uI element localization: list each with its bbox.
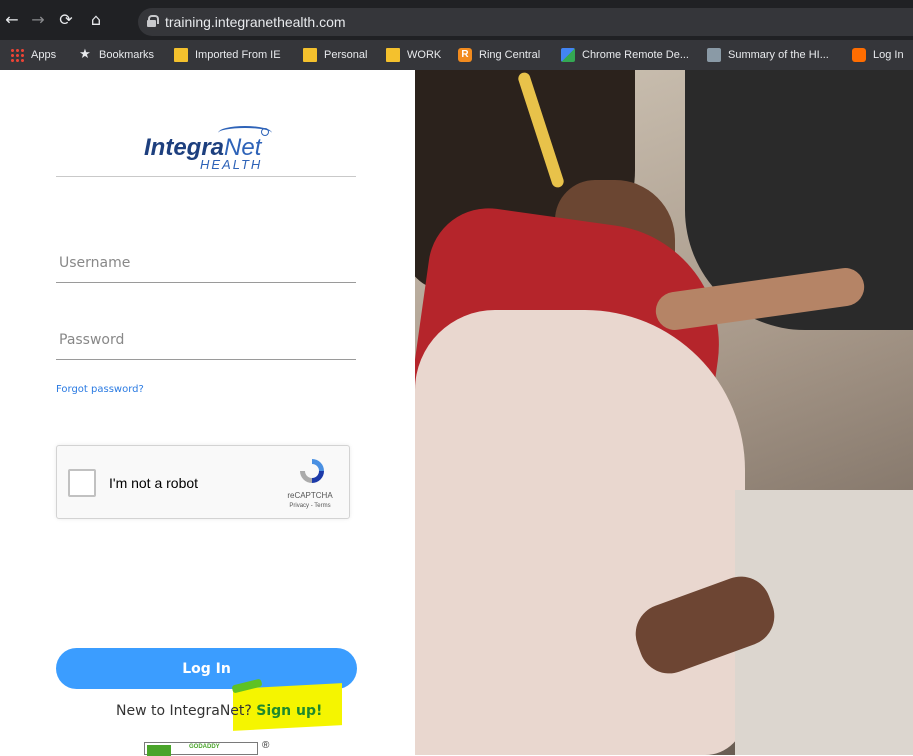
bookmark-work[interactable]: WORK: [386, 47, 441, 63]
hero-photo: [415, 70, 913, 755]
bookmark-apps[interactable]: Apps: [10, 47, 56, 63]
login-button[interactable]: Log In: [56, 648, 357, 689]
forward-arrow-icon[interactable]: →: [28, 10, 48, 30]
forgot-password-link[interactable]: Forgot password?: [56, 384, 144, 395]
recaptcha-label: I'm not a robot: [109, 475, 199, 491]
bookmark-chrome-remote-desktop[interactable]: Chrome Remote De...: [561, 47, 689, 63]
bookmark-bookmarks[interactable]: ★ Bookmarks: [78, 47, 154, 63]
username-input[interactable]: [56, 243, 356, 283]
bookmark-label: Chrome Remote De...: [582, 49, 689, 61]
star-icon: ★: [79, 47, 91, 62]
bookmark-personal[interactable]: Personal: [303, 47, 367, 63]
url-text: training.integranethealth.com: [165, 14, 346, 30]
badge-registered-mark: ®: [262, 740, 270, 751]
signup-link[interactable]: Sign up!: [256, 703, 322, 719]
home-icon[interactable]: ⌂: [86, 10, 106, 30]
folder-icon: [386, 48, 400, 62]
bookmark-label: WORK: [407, 49, 442, 61]
browser-toolbar: ← → ⟳ ⌂ training.integranethealth.com: [0, 0, 913, 40]
login-icon: [852, 48, 866, 62]
integranet-health-logo: IntegraNet HEALTH: [144, 122, 284, 176]
bookmark-summary[interactable]: Summary of the HI...: [707, 47, 829, 63]
recaptcha-icon: [300, 459, 324, 483]
bookmarks-bar: Apps ★ Bookmarks Imported From IE Person…: [0, 40, 913, 70]
bookmark-label: Bookmarks: [99, 49, 155, 61]
bookmark-label: Ring Central: [479, 49, 541, 61]
document-icon: [707, 48, 721, 62]
bookmark-label: Imported From IE: [195, 49, 281, 61]
recaptcha-brand: reCAPTCHA: [287, 491, 333, 500]
apps-icon: [10, 48, 24, 62]
bookmark-label: Log In: [873, 49, 904, 61]
logo-subtitle: HEALTH: [200, 157, 263, 172]
back-arrow-icon[interactable]: ←: [2, 10, 22, 30]
signup-prompt-row: New to IntegraNet? Sign up!: [116, 703, 322, 719]
reload-icon[interactable]: ⟳: [56, 10, 76, 30]
recaptcha-privacy-terms[interactable]: Privacy - Terms: [275, 503, 345, 509]
password-input[interactable]: [56, 320, 356, 360]
bookmark-log-in[interactable]: Log In: [852, 47, 904, 63]
bookmark-imported-from-ie[interactable]: Imported From IE: [174, 47, 281, 63]
chrome-remote-desktop-icon: [561, 48, 575, 62]
recaptcha-checkbox[interactable]: [68, 469, 96, 497]
photo-shirt: [415, 310, 745, 755]
address-bar[interactable]: training.integranethealth.com: [138, 8, 913, 36]
folder-icon: [303, 48, 317, 62]
godaddy-badge-text: GODADDY: [189, 744, 220, 750]
signup-prompt: New to IntegraNet?: [116, 703, 252, 719]
bookmark-label: Apps: [31, 49, 57, 61]
bookmark-label: Personal: [324, 49, 368, 61]
recaptcha-widget: I'm not a robot reCAPTCHA Privacy - Term…: [56, 445, 350, 519]
logo-divider: [56, 176, 356, 177]
godaddy-badge-stripe: [147, 745, 171, 756]
ringcentral-icon: R: [458, 48, 472, 62]
login-panel: IntegraNet HEALTH Forgot password? I'm n…: [0, 70, 415, 756]
folder-icon: [174, 48, 188, 62]
godaddy-badge[interactable]: GODADDY: [144, 742, 258, 756]
lock-icon: [147, 15, 159, 27]
bookmark-ring-central[interactable]: R Ring Central: [458, 47, 540, 63]
bookmark-label: Summary of the HI...: [728, 49, 829, 61]
registered-mark: [261, 128, 269, 136]
